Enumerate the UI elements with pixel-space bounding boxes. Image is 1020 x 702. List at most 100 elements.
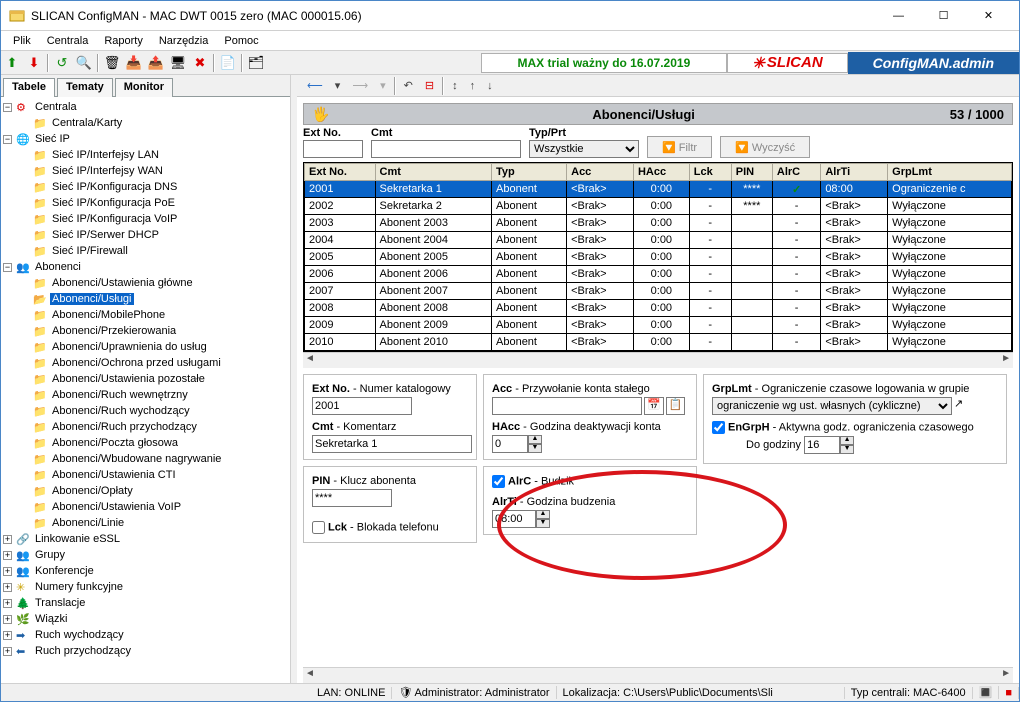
flt-typprt-select[interactable]: Wszystkie (529, 140, 639, 158)
table-row[interactable]: 2005Abonent 2005Abonent<Brak>0:00--<Brak… (305, 249, 1012, 266)
tree-abonenci[interactable]: −👥Abonenci (3, 259, 288, 275)
hacc-spinner[interactable]: ▲▼ (492, 435, 542, 453)
tb-db-down-icon[interactable]: 📤 (146, 53, 166, 73)
tree-grupy[interactable]: +👥Grupy (3, 547, 288, 563)
menu-centrala[interactable]: Centrala (39, 33, 97, 49)
grid-col-header[interactable]: Cmt (375, 164, 492, 181)
nav-fwd-menu-icon[interactable]: ▾ (374, 79, 392, 92)
tb-db-up-icon[interactable]: 📥 (124, 53, 144, 73)
tree-konferencje[interactable]: +👥Konferencje (3, 563, 288, 579)
tree-ab-przek[interactable]: Abonenci/Przekierowania (3, 323, 288, 339)
clear-button[interactable]: 🔽 Wyczyść (720, 136, 810, 158)
tree-ab-ust-gl[interactable]: Abonenci/Ustawienia główne (3, 275, 288, 291)
tree-ab-poczta[interactable]: Abonenci/Poczta głosowa (3, 435, 288, 451)
sort-icon[interactable]: ↕ (446, 80, 464, 92)
up-icon[interactable]: ↑ (464, 80, 482, 92)
menu-raporty[interactable]: Raporty (96, 33, 151, 49)
tree-translacje[interactable]: +🌲Translacje (3, 595, 288, 611)
grid-col-header[interactable]: Acc (567, 164, 634, 181)
nav-back-icon[interactable]: ⟵ (301, 79, 329, 92)
grplmt-select[interactable]: ograniczenie wg ust. własnych (cykliczne… (712, 397, 952, 415)
flt-extno-input[interactable] (303, 140, 363, 158)
tree-siec-dns[interactable]: Sieć IP/Konfiguracja DNS (3, 179, 288, 195)
tree-ab-mobile[interactable]: Abonenci/MobilePhone (3, 307, 288, 323)
list-icon[interactable]: 📋 (666, 397, 686, 415)
tree-numery-f[interactable]: +✳Numery funkcyjne (3, 579, 288, 595)
tree-ab-oplaty[interactable]: Abonenci/Opłaty (3, 483, 288, 499)
lck-checkbox[interactable] (312, 521, 325, 534)
table-row[interactable]: 2006Abonent 2006Abonent<Brak>0:00--<Brak… (305, 266, 1012, 283)
data-grid[interactable]: Ext No.CmtTypAccHAccLckPINAlrCAlrTiGrpLm… (303, 162, 1013, 352)
pin-input[interactable] (312, 489, 392, 507)
tb-upload-icon[interactable]: ⬆ (2, 53, 22, 73)
tb-refresh-icon[interactable]: ↺ (52, 53, 72, 73)
tree-ruch-prz[interactable]: +⬅Ruch przychodzący (3, 643, 288, 659)
table-row[interactable]: 2009Abonent 2009Abonent<Brak>0:00--<Brak… (305, 317, 1012, 334)
tb-delete-icon[interactable]: 🗑 (102, 53, 122, 73)
tree-siec-fw[interactable]: Sieć IP/Firewall (3, 243, 288, 259)
tree-centrala[interactable]: −⚙Centrala (3, 99, 288, 115)
alrti-spinner[interactable]: ▲▼ (492, 510, 550, 528)
tb-doc-icon[interactable]: 📄 (218, 53, 238, 73)
tab-monitor[interactable]: Monitor (115, 78, 173, 97)
grid-col-header[interactable]: GrpLmt (888, 164, 1012, 181)
tree-siec-voip[interactable]: Sieć IP/Konfiguracja VoIP (3, 211, 288, 227)
menu-plik[interactable]: Plik (5, 33, 39, 49)
acc-input[interactable] (492, 397, 642, 415)
ext-icon[interactable]: ↗ (954, 397, 963, 415)
table-row[interactable]: 2002Sekretarka 2Abonent<Brak>0:00-****-<… (305, 198, 1012, 215)
tree-wiazki[interactable]: +🌿Wiązki (3, 611, 288, 627)
tree-ab-upr[interactable]: Abonenci/Uprawnienia do usług (3, 339, 288, 355)
filter-button[interactable]: 🔽 Filtr (647, 136, 712, 158)
table-row[interactable]: 2001Sekretarka 1Abonent<Brak>0:00-****✓0… (305, 181, 1012, 198)
tree-linkowanie[interactable]: +🔗Linkowanie eSSL (3, 531, 288, 547)
tb-download-icon[interactable]: ⬇ (24, 53, 44, 73)
tree-ruch-wy[interactable]: +➡Ruch wychodzący (3, 627, 288, 643)
tree-siec-dhcp[interactable]: Sieć IP/Serwer DHCP (3, 227, 288, 243)
grid-col-header[interactable]: Ext No. (305, 164, 376, 181)
tree-ab-rwy[interactable]: Abonenci/Ruch wychodzący (3, 403, 288, 419)
menu-narzedzia[interactable]: Narzędzia (151, 33, 217, 49)
tree-ab-uslugi[interactable]: Abonenci/Usługi (3, 291, 288, 307)
maximize-button[interactable]: ☐ (921, 2, 966, 30)
tree-siec-wan[interactable]: Sieć IP/Interfejsy WAN (3, 163, 288, 179)
alrc-checkbox[interactable] (492, 475, 505, 488)
grid-col-header[interactable]: Typ (492, 164, 567, 181)
tb-monitor-icon[interactable]: 🖥 (168, 53, 188, 73)
tree-ab-nagr[interactable]: Abonenci/Wbudowane nagrywanie (3, 451, 288, 467)
tab-tabele[interactable]: Tabele (3, 78, 55, 97)
nav-fwd-icon[interactable]: ⟶ (346, 79, 374, 92)
tree-ab-rw[interactable]: Abonenci/Ruch wewnętrzny (3, 387, 288, 403)
grid-col-header[interactable]: PIN (731, 164, 772, 181)
grid-col-header[interactable]: AlrTi (821, 164, 888, 181)
close-button[interactable]: ✕ (966, 2, 1011, 30)
table-row[interactable]: 2004Abonent 2004Abonent<Brak>0:00--<Brak… (305, 232, 1012, 249)
nav-tree[interactable]: −⚙Centrala Centrala/Karty −🌐Sieć IP Sieć… (1, 97, 290, 683)
cmt-input[interactable] (312, 435, 472, 453)
tree-siec-ip[interactable]: −🌐Sieć IP (3, 131, 288, 147)
tree-ab-ust-voip[interactable]: Abonenci/Ustawienia VoIP (3, 499, 288, 515)
table-row[interactable]: 2008Abonent 2008Abonent<Brak>0:00--<Brak… (305, 300, 1012, 317)
tree-ab-ust-poz[interactable]: Abonenci/Ustawienia pozostałe (3, 371, 288, 387)
calendar-icon[interactable]: 📅 (644, 397, 664, 415)
grid-hscroll[interactable] (303, 352, 1013, 368)
detail-hscroll[interactable] (303, 667, 1013, 683)
grid-col-header[interactable]: AlrC (772, 164, 820, 181)
dogodz-spinner[interactable]: ▲▼ (804, 436, 854, 454)
menu-pomoc[interactable]: Pomoc (216, 33, 266, 49)
tree-siec-poe[interactable]: Sieć IP/Konfiguracja PoE (3, 195, 288, 211)
grid-col-header[interactable]: Lck (689, 164, 731, 181)
table-row[interactable]: 2003Abonent 2003Abonent<Brak>0:00--<Brak… (305, 215, 1012, 232)
table-row[interactable]: 2010Abonent 2010Abonent<Brak>0:00--<Brak… (305, 334, 1012, 351)
tree-ab-linie[interactable]: Abonenci/Linie (3, 515, 288, 531)
tree-siec-lan[interactable]: Sieć IP/Interfejsy LAN (3, 147, 288, 163)
table-row[interactable]: 2007Abonent 2007Abonent<Brak>0:00--<Brak… (305, 283, 1012, 300)
grid-col-header[interactable]: HAcc (633, 164, 689, 181)
tab-tematy[interactable]: Tematy (57, 78, 113, 97)
minimize-button[interactable]: — (876, 2, 921, 30)
nav-back-menu-icon[interactable]: ▾ (329, 79, 347, 92)
tb-layers-icon[interactable]: 🗂 (246, 53, 266, 73)
flt-cmt-input[interactable] (371, 140, 521, 158)
tree-ab-ochr[interactable]: Abonenci/Ochrona przed usługami (3, 355, 288, 371)
grid-header-row[interactable]: Ext No.CmtTypAccHAccLckPINAlrCAlrTiGrpLm… (305, 164, 1012, 181)
